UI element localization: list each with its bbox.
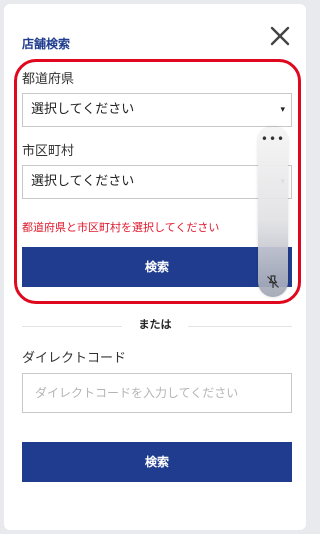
chevron-down-icon: ▾: [280, 105, 285, 115]
prefecture-select-value: 選択してください: [31, 102, 135, 117]
direct-code-label: ダイレクトコード: [22, 351, 127, 366]
close-icon: [270, 26, 290, 46]
search-button[interactable]: 検索: [22, 247, 292, 287]
store-search-modal: 店舗検索 都道府県 選択してください ▾ 市区町村 選択してください ▾ 都道府…: [4, 4, 306, 530]
or-divider: または: [4, 318, 306, 332]
close-button[interactable]: [268, 24, 292, 48]
search-button[interactable]: 検索: [22, 442, 292, 482]
modal-title: 店舗検索: [22, 37, 71, 51]
city-select-value: 選択してください: [31, 174, 135, 189]
city-label: 市区町村: [22, 144, 75, 159]
error-message: 都道府県と市区町村を選択してください: [22, 221, 220, 234]
floating-scroll-panel[interactable]: •••: [258, 127, 288, 297]
pin-off-icon[interactable]: [266, 275, 280, 289]
more-horizontal-icon[interactable]: •••: [258, 133, 288, 145]
direct-code-input[interactable]: [22, 373, 292, 413]
prefecture-select[interactable]: 選択してください ▾: [22, 93, 292, 127]
city-select[interactable]: 選択してください ▾: [22, 165, 292, 199]
prefecture-label: 都道府県: [22, 72, 75, 87]
or-divider-label: または: [130, 318, 180, 331]
